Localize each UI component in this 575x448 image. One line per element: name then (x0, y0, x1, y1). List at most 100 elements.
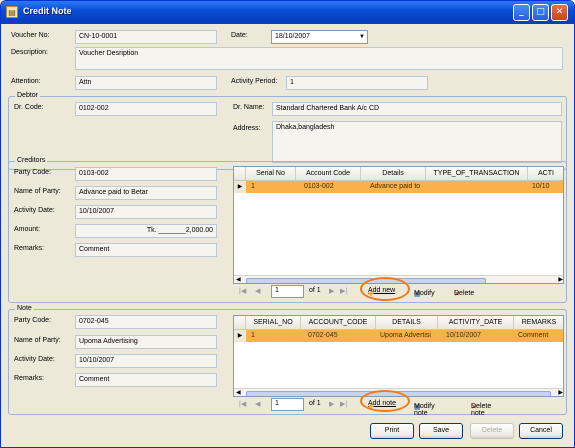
record-position-input[interactable]: 1 (271, 398, 304, 411)
creditors-group: Creditors Party Code: 0103-002 Name of P… (8, 157, 567, 303)
table-cell: 0103-002 (304, 183, 334, 190)
app-icon: ▤ (6, 6, 18, 18)
description-field[interactable]: Voucher Desription (75, 47, 563, 70)
date-picker[interactable]: 18/10/2007 ▼ (271, 30, 368, 44)
last-record-icon[interactable]: ▶| (340, 287, 347, 295)
previous-record-icon[interactable]: ◀ (255, 400, 260, 408)
note-grid-header: SERIAL_NO ACCOUNT_CODE DETAILS ACTIVITY_… (234, 316, 563, 330)
previous-record-icon[interactable]: ◀ (255, 287, 260, 295)
form-body: Voucher No: CN-10-0001 Date: 18/10/2007 … (4, 24, 571, 446)
party-code-field[interactable]: 0103-002 (75, 167, 217, 181)
activity-date-label: Activity Date: (14, 207, 55, 214)
name-of-party-field[interactable]: Advance paid to Betar (75, 186, 217, 200)
date-label: Date: (231, 32, 248, 39)
voucher-no-label: Voucher No: (11, 32, 50, 39)
next-record-icon[interactable]: ▶ (329, 400, 334, 408)
column-header[interactable]: REMARKS (514, 316, 563, 330)
scroll-left-icon[interactable]: ◀ (236, 389, 241, 396)
amount-label: Amount: (14, 226, 41, 233)
record-position-input[interactable]: 1 (271, 285, 304, 298)
remarks-label: Remarks: (14, 245, 44, 252)
creditors-grid-header: Serial No Account Code Details TYPE_OF_T… (234, 167, 563, 181)
note-activity-date-label: Activity Date: (14, 356, 55, 363)
debtor-group: Debtor Dr. Code: 0102-002 Dr. Name: Stan… (8, 92, 567, 170)
next-record-icon[interactable]: ▶ (329, 287, 334, 295)
note-party-code-field[interactable]: 0702-045 (75, 315, 217, 329)
name-of-party-label: Name of Party: (14, 188, 61, 195)
note-activity-date-field[interactable]: 10/10/2007 (75, 354, 217, 368)
note-group-title: Note (15, 305, 34, 312)
debtor-group-title: Debtor (15, 92, 41, 99)
record-count-label: of 1 (309, 287, 321, 294)
note-grid[interactable]: SERIAL_NO ACCOUNT_CODE DETAILS ACTIVITY_… (233, 315, 564, 397)
attention-field[interactable]: Attn (75, 76, 217, 90)
table-cell: 1 (251, 332, 255, 339)
dr-code-field[interactable]: 0102-002 (75, 102, 217, 116)
remarks-field[interactable]: Comment (75, 243, 217, 257)
note-remarks-field[interactable]: Comment (75, 373, 217, 387)
minimize-button[interactable]: _ (513, 4, 530, 21)
creditors-grid[interactable]: Serial No Account Code Details TYPE_OF_T… (233, 166, 564, 284)
table-cell: 10/10 (532, 183, 550, 190)
address-field[interactable]: Dhaka,bangladesh (272, 121, 562, 163)
delete-voucher-button[interactable]: Delete (470, 423, 514, 439)
description-label: Description: (11, 49, 48, 56)
row-header-corner (234, 167, 246, 181)
creditors-group-title: Creditors (15, 157, 48, 164)
scroll-right-icon[interactable]: ▶ (558, 389, 563, 396)
activity-date-field[interactable]: 10/10/2007 (75, 205, 217, 219)
address-label: Address: (233, 125, 261, 132)
table-cell: Upoma Advertisi (380, 332, 431, 339)
last-record-icon[interactable]: ▶| (340, 400, 347, 408)
column-header[interactable]: Serial No (246, 167, 296, 181)
note-party-code-label: Party Code: (14, 317, 51, 324)
row-pointer-icon: ▶ (234, 330, 246, 342)
column-header[interactable]: Details (361, 167, 426, 181)
table-cell: 0702-045 (308, 332, 338, 339)
maximize-button[interactable]: □ (532, 4, 549, 21)
print-button[interactable]: Print (370, 423, 414, 439)
first-record-icon[interactable]: |◀ (239, 287, 246, 295)
voucher-no-field[interactable]: CN-10-0001 (75, 30, 217, 44)
table-cell: 1 (251, 183, 255, 190)
table-cell: 10/10/2007 (446, 332, 482, 339)
table-cell: Advance paid to (370, 183, 421, 190)
highlight-ring (360, 390, 410, 412)
title-bar[interactable]: ▤ Credit Note _ □ ✕ (1, 1, 574, 24)
creditors-navigator: |◀ ◀ 1 of 1 ▶ ▶| ✚ Add new ▦ Modify ✕ Delet… (233, 277, 564, 301)
note-name-of-party-field[interactable]: Upoma Advertising (75, 335, 217, 349)
table-row[interactable]: 1 0702-045 Upoma Advertisi 10/10/2007 Co… (246, 330, 563, 342)
activity-period-field[interactable]: 1 (286, 76, 428, 90)
column-header[interactable]: ACCOUNT_CODE (301, 316, 376, 330)
record-count-label: of 1 (309, 400, 321, 407)
note-navigator: |◀ ◀ 1 of 1 ▶ ▶| ✚ Add note ▦ Modify note … (233, 390, 564, 417)
attention-label: Attention: (11, 78, 41, 85)
dr-code-label: Dr. Code: (14, 104, 44, 111)
note-remarks-label: Remarks: (14, 375, 44, 382)
column-header[interactable]: DETAILS (376, 316, 438, 330)
column-header[interactable]: SERIAL_NO (246, 316, 301, 330)
window-title: Credit Note (23, 6, 72, 16)
note-group: Note Party Code: 0702-045 Name of Party:… (8, 305, 567, 417)
activity-period-label: Activity Period: (231, 78, 278, 85)
party-code-label: Party Code: (14, 169, 51, 176)
scroll-right-icon[interactable]: ▶ (558, 276, 563, 283)
column-header[interactable]: Account Code (296, 167, 361, 181)
column-header[interactable]: ACTI (528, 167, 563, 181)
amount-field[interactable]: Tk. _______2,000.00 (75, 224, 217, 238)
date-value: 18/10/2007 (275, 33, 311, 40)
scroll-left-icon[interactable]: ◀ (236, 276, 241, 283)
column-header[interactable]: ACTIVITY_DATE (438, 316, 514, 330)
first-record-icon[interactable]: |◀ (239, 400, 246, 408)
row-pointer-icon: ▶ (234, 181, 246, 193)
table-row[interactable]: 1 0103-002 Advance paid to 10/10 (246, 181, 563, 193)
credit-note-window: ▤ Credit Note _ □ ✕ Voucher No: CN-10-00… (0, 0, 575, 448)
dr-name-field[interactable]: Standard Chartered Bank A/c CD (272, 102, 562, 116)
chevron-down-icon[interactable]: ▼ (359, 34, 365, 40)
close-button[interactable]: ✕ (551, 4, 568, 21)
table-cell: Comment (518, 332, 549, 339)
save-button[interactable]: Save (419, 423, 463, 439)
dr-name-label: Dr. Name: (233, 104, 265, 111)
cancel-button[interactable]: Cancel (519, 423, 563, 439)
column-header[interactable]: TYPE_OF_TRANSACTION (426, 167, 528, 181)
